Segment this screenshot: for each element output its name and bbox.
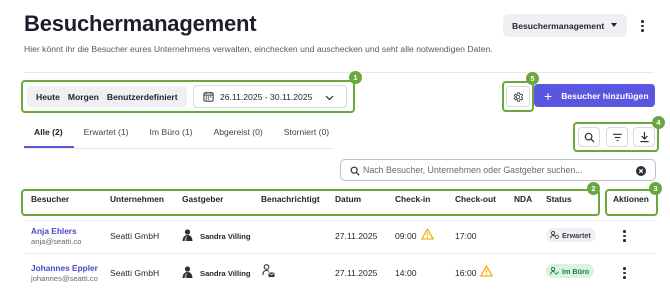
column-header-visitor: Besucher [31, 194, 70, 204]
workspace-dropdown-label: Besuchermanagement [512, 20, 605, 31]
status-tabs: Alle (2) Erwartet (1) Im Büro (1) Abgere… [24, 124, 340, 148]
plus-icon: + [544, 87, 553, 104]
workspace-dropdown[interactable]: Besuchermanagement [503, 14, 627, 37]
page-title: Besuchermanagement [24, 11, 257, 36]
column-header-checkin: Check-in [395, 194, 431, 204]
period-custom[interactable]: Benutzerdefiniert [103, 92, 182, 102]
visitor-email: anja@seatti.co [31, 237, 82, 246]
calendar-icon [203, 91, 214, 102]
person-check-icon [550, 267, 559, 275]
column-header-nda: NDA [514, 194, 533, 204]
search-field[interactable] [340, 159, 656, 181]
period-tomorrow[interactable]: Morgen [64, 92, 103, 102]
search-icon [350, 166, 360, 176]
checkout-cell: 17:00 [455, 231, 477, 241]
column-header-notified: Benachrichtigt [261, 194, 320, 204]
visitor-name-link[interactable]: Anja Ehlers [31, 226, 77, 236]
header-more-icon[interactable] [641, 20, 644, 32]
date-range-picker[interactable]: 26.11.2025 - 30.11.2025 [193, 85, 347, 108]
clear-icon[interactable] [636, 166, 646, 176]
row-divider [24, 220, 656, 221]
caret-down-icon [611, 23, 617, 27]
visitor-email: johannes@seatti.co [31, 274, 98, 283]
filter-icon [612, 133, 622, 141]
page-subtitle: Hier könnt ihr die Besucher eures Untern… [24, 44, 493, 54]
row-actions-icon[interactable] [623, 230, 626, 242]
warning-icon [480, 265, 493, 277]
callout-badge-3: 3 [649, 182, 662, 195]
column-header-status: Status [546, 194, 572, 204]
search-input[interactable] [363, 165, 623, 175]
tab-all[interactable]: Alle (2) [24, 124, 74, 148]
date-range-value: 26.11.2025 - 30.11.2025 [220, 91, 313, 102]
host-name: Sandra Villing [200, 232, 251, 241]
filter-button[interactable] [606, 127, 628, 147]
company-cell: Seatti GmbH [110, 268, 160, 278]
callout-badge-2: 2 [587, 182, 600, 195]
host-name: Sandra Villing [200, 269, 251, 278]
checkin-cell: 14:00 [395, 268, 417, 278]
status-label: Erwartet [562, 230, 591, 240]
period-today[interactable]: Heute [32, 92, 64, 102]
column-header-host: Gastgeber [182, 194, 224, 204]
search-icon [584, 132, 595, 143]
host-avatar-icon [182, 266, 193, 278]
column-header-checkout: Check-out [455, 194, 496, 204]
gear-icon [513, 91, 524, 102]
person-clock-icon [550, 231, 559, 239]
visitor-name-link[interactable]: Johannes Eppler [31, 263, 98, 273]
divider [24, 72, 654, 73]
tab-departed[interactable]: Abgereist (0) [204, 124, 274, 148]
company-cell: Seatti GmbH [110, 231, 160, 241]
status-label: Im Büro [562, 266, 590, 276]
settings-button[interactable] [506, 86, 530, 107]
status-badge: Erwartet [546, 228, 596, 242]
date-cell: 27.11.2025 [335, 231, 378, 241]
download-icon [639, 131, 649, 143]
tab-cancelled[interactable]: Storniert (0) [274, 124, 340, 148]
row-divider [24, 253, 656, 254]
column-header-company: Unternehmen [110, 194, 164, 204]
chevron-down-icon [325, 95, 334, 101]
checkin-cell: 09:00 [395, 231, 417, 241]
callout-badge-1: 1 [349, 71, 362, 84]
notified-person-icon [262, 264, 275, 277]
tab-in-office[interactable]: Im Büro (1) [140, 124, 204, 148]
column-header-date: Datum [335, 194, 362, 204]
checkout-cell: 16:00 [455, 268, 477, 278]
add-visitor-button[interactable]: + Besucher hinzufügen [534, 84, 655, 107]
download-button[interactable] [633, 127, 655, 147]
date-cell: 27.11.2025 [335, 268, 378, 278]
tab-expected[interactable]: Erwartet (1) [74, 124, 140, 148]
row-actions-icon[interactable] [623, 267, 626, 279]
host-avatar-icon [182, 229, 193, 241]
status-badge: Im Büro [546, 264, 595, 278]
period-segmented-control[interactable]: Heute Morgen Benutzerdefiniert [27, 86, 187, 107]
tabs-divider [24, 148, 334, 149]
callout-badge-4: 4 [652, 116, 665, 129]
warning-icon [421, 228, 434, 240]
search-toggle-button[interactable] [578, 127, 600, 147]
add-visitor-label: Besucher hinzufügen [561, 90, 649, 101]
column-header-actions: Aktionen [613, 194, 649, 204]
